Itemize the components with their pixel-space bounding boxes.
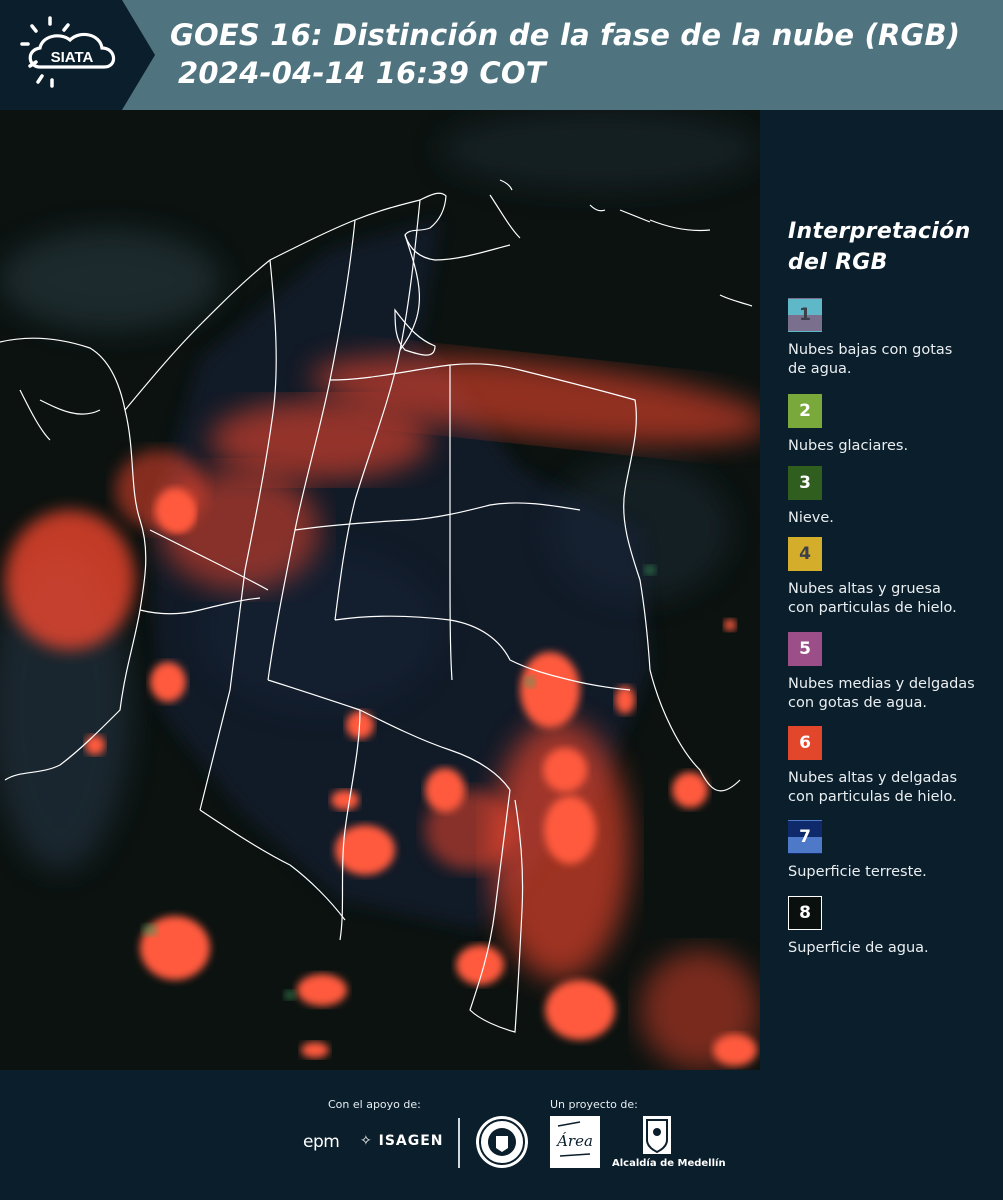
legend-desc-6-line-2: con particulas de hielo. (788, 789, 957, 805)
legend-item-5: 5 Nubes medias y delgadas con gotas de a… (788, 632, 993, 713)
legend-desc-5: Nubes medias y delgadas con gotas de agu… (788, 675, 993, 713)
legend-desc-1-line-1: Nubes bajas con gotas (788, 342, 953, 358)
legend-desc-8-line-1: Superficie de agua. (788, 940, 929, 956)
epm-logo[interactable]: epm (303, 1132, 340, 1152)
area-logo-text: Área (555, 1132, 593, 1150)
legend-num-2: 2 (799, 401, 811, 421)
legend-desc-4-line-2: con particulas de hielo. (788, 600, 957, 616)
isagen-text: ISAGEN (378, 1133, 444, 1149)
satellite-map[interactable] (0, 110, 760, 1070)
legend-item-1: 1 Nubes bajas con gotas de agua. (788, 298, 993, 379)
isagen-logo[interactable]: ✧ ISAGEN (360, 1133, 444, 1149)
legend-swatch-7: 7 (788, 820, 822, 854)
legend-desc-1: Nubes bajas con gotas de agua. (788, 341, 993, 379)
legend-desc-4: Nubes altas y gruesa con particulas de h… (788, 580, 993, 618)
title-line-1: GOES 16: Distinción de la fase de la nub… (170, 18, 961, 52)
legend-desc-6-line-1: Nubes altas y delgadas (788, 770, 958, 786)
legend-title-line-1: Interpretación (788, 219, 971, 244)
footer-divider (458, 1118, 460, 1168)
legend-item-2: 2 Nubes glaciares. (788, 394, 993, 456)
legend-title: Interpretación del RGB (788, 216, 971, 278)
legend-desc-7: Superficie terreste. (788, 863, 993, 882)
legend-swatch-5: 5 (788, 632, 822, 666)
satellite-image (0, 110, 760, 1070)
legend-swatch-3: 3 (788, 466, 822, 500)
legend-num-5: 5 (799, 639, 811, 659)
legend-swatch-8: 8 (788, 896, 822, 930)
footer-bar: Con el apoyo de: Un proyecto de: epm ✧ I… (0, 1070, 1003, 1200)
page-title: GOES 16: Distinción de la fase de la nub… (170, 16, 960, 92)
legend-item-7: 7 Superficie terreste. (788, 820, 993, 882)
logo-shape: SIATA (0, 0, 155, 110)
legend-desc-4-line-1: Nubes altas y gruesa (788, 581, 941, 597)
university-seal-logo[interactable] (476, 1116, 528, 1168)
project-label: Un proyecto de: (550, 1098, 638, 1111)
legend-num-3: 3 (799, 473, 811, 493)
logo-text: SIATA (51, 49, 94, 66)
title-line-2: 2024-04-14 16:39 COT (178, 56, 546, 90)
legend-swatch-2: 2 (788, 394, 822, 428)
header-bar: SIATA GOES 16: Distinción de la fase de … (0, 0, 1003, 110)
legend-desc-2-line-1: Nubes glaciares. (788, 438, 909, 454)
isagen-icon: ✧ (360, 1133, 379, 1149)
seal-icon (479, 1119, 525, 1165)
legend-desc-1-line-2: de agua. (788, 361, 852, 377)
legend-num-8: 8 (799, 903, 811, 923)
support-label: Con el apoyo de: (328, 1098, 421, 1111)
area-metropolitana-logo[interactable]: Área (550, 1116, 600, 1168)
legend-swatch-4: 4 (788, 537, 822, 571)
shield-icon (646, 1119, 668, 1154)
legend-panel: Interpretación del RGB 1 Nubes bajas con… (760, 110, 1003, 1070)
legend-swatch-6: 6 (788, 726, 822, 760)
legend-desc-2: Nubes glaciares. (788, 437, 993, 456)
legend-swatch-1: 1 (788, 298, 822, 332)
legend-desc-6: Nubes altas y delgadas con particulas de… (788, 769, 993, 807)
legend-item-3: 3 Nieve. (788, 466, 993, 528)
legend-num-1: 1 (799, 305, 811, 325)
alcaldia-label: Alcaldía de Medellín (612, 1158, 726, 1169)
legend-desc-8: Superficie de agua. (788, 939, 993, 958)
legend-item-4: 4 Nubes altas y gruesa con particulas de… (788, 537, 993, 618)
legend-item-6: 6 Nubes altas y delgadas con particulas … (788, 726, 993, 807)
siata-logo[interactable]: SIATA (0, 0, 155, 110)
legend-num-7: 7 (799, 827, 811, 847)
legend-num-4: 4 (799, 544, 811, 564)
legend-desc-7-line-1: Superficie terreste. (788, 864, 927, 880)
legend-num-6: 6 (799, 733, 811, 753)
legend-title-line-2: del RGB (788, 250, 888, 275)
legend-desc-3: Nieve. (788, 509, 993, 528)
area-icon: Área (555, 1121, 593, 1157)
legend-desc-5-line-2: con gotas de agua. (788, 695, 927, 711)
alcaldia-emblem-icon[interactable] (643, 1116, 671, 1154)
legend-desc-3-line-1: Nieve. (788, 510, 834, 526)
legend-item-8: 8 Superficie de agua. (788, 896, 993, 958)
legend-desc-5-line-1: Nubes medias y delgadas (788, 676, 975, 692)
